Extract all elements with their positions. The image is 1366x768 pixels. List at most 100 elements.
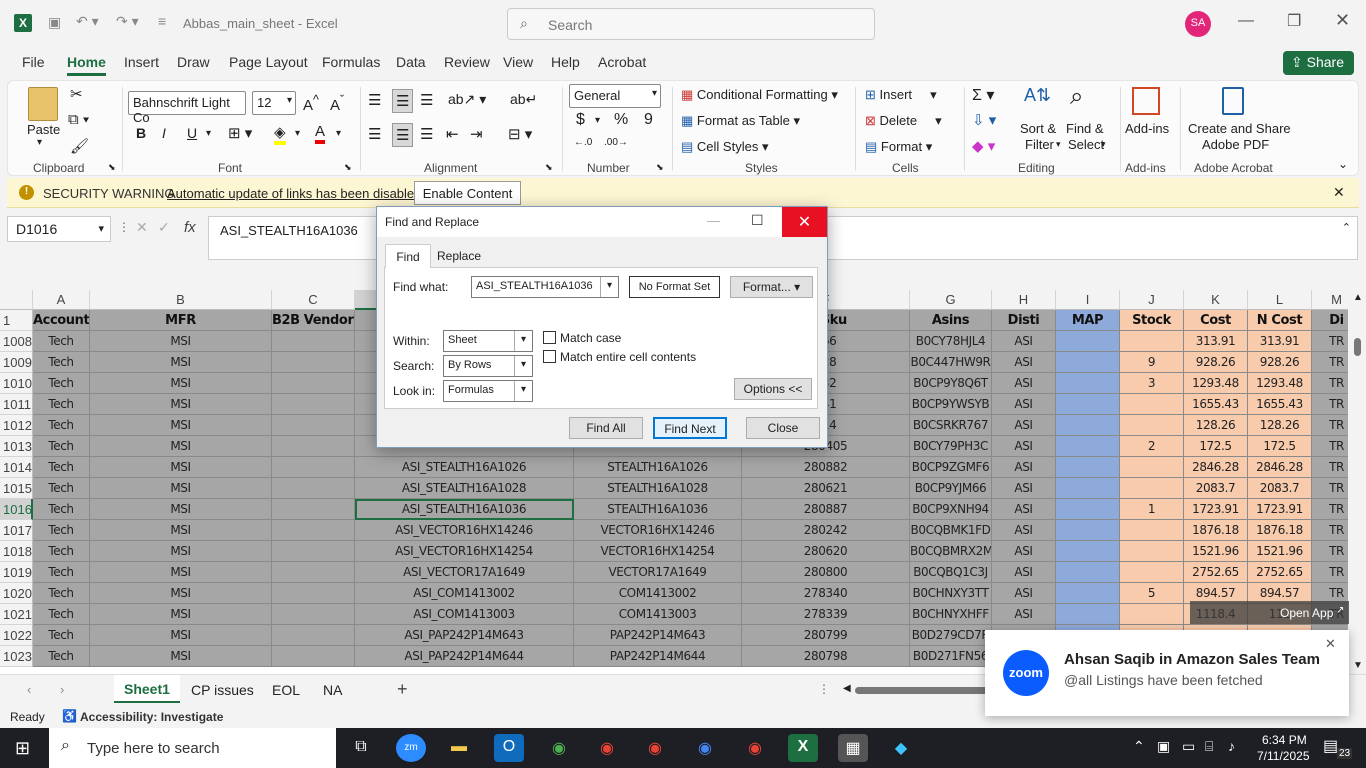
- column-header[interactable]: A: [33, 290, 90, 310]
- italic-button[interactable]: I: [162, 125, 166, 141]
- table-cell[interactable]: 128.26: [1184, 415, 1248, 436]
- table-cell[interactable]: 280799: [742, 625, 910, 646]
- search-order-select[interactable]: By Rows ▾: [443, 355, 533, 377]
- table-cell[interactable]: B0CQBQ1C3J: [910, 562, 992, 583]
- chrome-icon[interactable]: ◉: [544, 734, 574, 762]
- table-cell[interactable]: TR: [1312, 457, 1348, 478]
- filter-dropdown-icon[interactable]: ▾: [1056, 139, 1061, 150]
- table-cell[interactable]: Tech: [33, 604, 90, 625]
- volume-icon[interactable]: ♪: [1228, 738, 1235, 754]
- insert-cells-button[interactable]: ⊞ Insert ▾: [865, 87, 937, 103]
- table-cell[interactable]: 1: [1120, 499, 1184, 520]
- underline-button[interactable]: U: [187, 125, 197, 141]
- format-button[interactable]: Format... ▾: [730, 276, 813, 298]
- format-cells-button[interactable]: ▤ Format ▾: [865, 139, 932, 155]
- match-case-checkbox[interactable]: [543, 331, 556, 344]
- close-warning-icon[interactable]: ✕: [1333, 184, 1345, 201]
- security-warning-message[interactable]: Automatic update of links has been disab…: [167, 186, 421, 201]
- name-box[interactable]: D1016 ▾: [7, 216, 111, 242]
- table-cell[interactable]: B0CY78HJL4: [910, 331, 992, 352]
- header-cell[interactable]: Disti: [992, 310, 1056, 331]
- table-cell[interactable]: STEALTH16A1028: [574, 478, 742, 499]
- windows-start-icon[interactable]: ⊞: [15, 738, 30, 759]
- currency-dropdown-icon[interactable]: ▾: [595, 115, 600, 126]
- table-cell[interactable]: [272, 541, 355, 562]
- sheet-tab-cp-issues[interactable]: CP issues: [191, 682, 254, 698]
- comma-icon[interactable]: 9: [644, 111, 653, 129]
- header-cell[interactable]: Di: [1312, 310, 1348, 331]
- find-all-button[interactable]: Find All: [569, 417, 643, 439]
- column-header[interactable]: K: [1184, 290, 1248, 310]
- table-cell[interactable]: Tech: [33, 415, 90, 436]
- table-cell[interactable]: ASI: [992, 457, 1056, 478]
- table-cell[interactable]: 2846.28: [1248, 457, 1312, 478]
- table-cell[interactable]: [1056, 499, 1120, 520]
- table-cell[interactable]: Tech: [33, 583, 90, 604]
- clock-date[interactable]: 7/11/2025: [1257, 749, 1310, 763]
- paste-button[interactable]: Paste: [27, 122, 60, 137]
- zoom-app-icon[interactable]: zm: [396, 734, 426, 762]
- fill-icon[interactable]: ⇩ ▾: [972, 111, 996, 129]
- table-cell[interactable]: MSI: [90, 352, 272, 373]
- confirm-entry-icon[interactable]: ✓: [158, 219, 170, 236]
- chrome-icon-3[interactable]: ◉: [640, 734, 670, 762]
- within-select[interactable]: Sheet ▾: [443, 330, 533, 352]
- row-header[interactable]: 1013: [0, 436, 33, 457]
- row-header[interactable]: 1023: [0, 646, 33, 667]
- conditional-formatting-button[interactable]: ▦ Conditional Formatting ▾: [681, 87, 838, 103]
- table-cell[interactable]: 278340: [742, 583, 910, 604]
- tab-formulas[interactable]: Formulas: [322, 54, 380, 70]
- column-header[interactable]: C: [272, 290, 355, 310]
- row-header[interactable]: 1: [0, 310, 33, 331]
- table-cell[interactable]: MSI: [90, 562, 272, 583]
- table-cell[interactable]: [1120, 604, 1184, 625]
- row-header[interactable]: 1011: [0, 394, 33, 415]
- column-header[interactable]: I: [1056, 290, 1120, 310]
- table-cell[interactable]: ASI_STEALTH16A1036: [355, 499, 574, 520]
- table-cell[interactable]: [272, 520, 355, 541]
- table-cell[interactable]: [1056, 415, 1120, 436]
- table-cell[interactable]: ASI: [992, 541, 1056, 562]
- table-cell[interactable]: PAP242P14M643: [574, 625, 742, 646]
- column-header[interactable]: H: [992, 290, 1056, 310]
- table-cell[interactable]: TR: [1312, 415, 1348, 436]
- select-dropdown-icon[interactable]: ▾: [1101, 139, 1106, 150]
- table-cell[interactable]: [272, 436, 355, 457]
- sheet-tab-eol[interactable]: EOL: [272, 682, 300, 698]
- table-cell[interactable]: TR: [1312, 352, 1348, 373]
- match-entire-label[interactable]: Match entire cell contents: [560, 350, 696, 364]
- adobe-pdf-icon[interactable]: [1222, 87, 1244, 115]
- clock-time[interactable]: 6:34 PM: [1262, 733, 1307, 747]
- table-cell[interactable]: Tech: [33, 457, 90, 478]
- align-right-icon[interactable]: ☰: [420, 125, 433, 143]
- table-cell[interactable]: TR: [1312, 562, 1348, 583]
- hscroll-thumb[interactable]: [855, 687, 995, 694]
- tab-review[interactable]: Review: [444, 54, 490, 70]
- table-cell[interactable]: ASI: [992, 520, 1056, 541]
- grow-font-icon[interactable]: A^: [303, 93, 319, 114]
- share-button[interactable]: ⇪ Share: [1283, 51, 1354, 75]
- sheet-tab-na[interactable]: NA: [323, 682, 342, 698]
- close-button[interactable]: Close: [746, 417, 820, 439]
- table-cell[interactable]: B0CP9YJM66: [910, 478, 992, 499]
- taskbar-search[interactable]: ⌕ Type here to search: [49, 728, 336, 768]
- add-sheet-button[interactable]: +: [397, 679, 408, 700]
- dialog-tab-find[interactable]: Find: [385, 244, 431, 268]
- table-cell[interactable]: [272, 457, 355, 478]
- table-cell[interactable]: TR: [1312, 331, 1348, 352]
- borders-icon[interactable]: ⊞ ▾: [228, 124, 252, 142]
- table-cell[interactable]: MSI: [90, 457, 272, 478]
- table-cell[interactable]: MSI: [90, 478, 272, 499]
- tab-insert[interactable]: Insert: [124, 54, 159, 70]
- match-entire-checkbox[interactable]: [543, 350, 556, 363]
- clipboard-launcher-icon[interactable]: ⬊: [108, 162, 116, 173]
- table-cell[interactable]: VECTOR16HX14246: [574, 520, 742, 541]
- maximize-icon[interactable]: ❐: [1287, 11, 1301, 31]
- cut-icon[interactable]: ✂: [70, 85, 83, 103]
- table-cell[interactable]: TR: [1312, 436, 1348, 457]
- table-cell[interactable]: 313.91: [1184, 331, 1248, 352]
- find-label[interactable]: Find &: [1066, 121, 1104, 136]
- undo-icon[interactable]: ↶ ▾: [76, 13, 99, 30]
- table-cell[interactable]: 280621: [742, 478, 910, 499]
- table-cell[interactable]: Tech: [33, 499, 90, 520]
